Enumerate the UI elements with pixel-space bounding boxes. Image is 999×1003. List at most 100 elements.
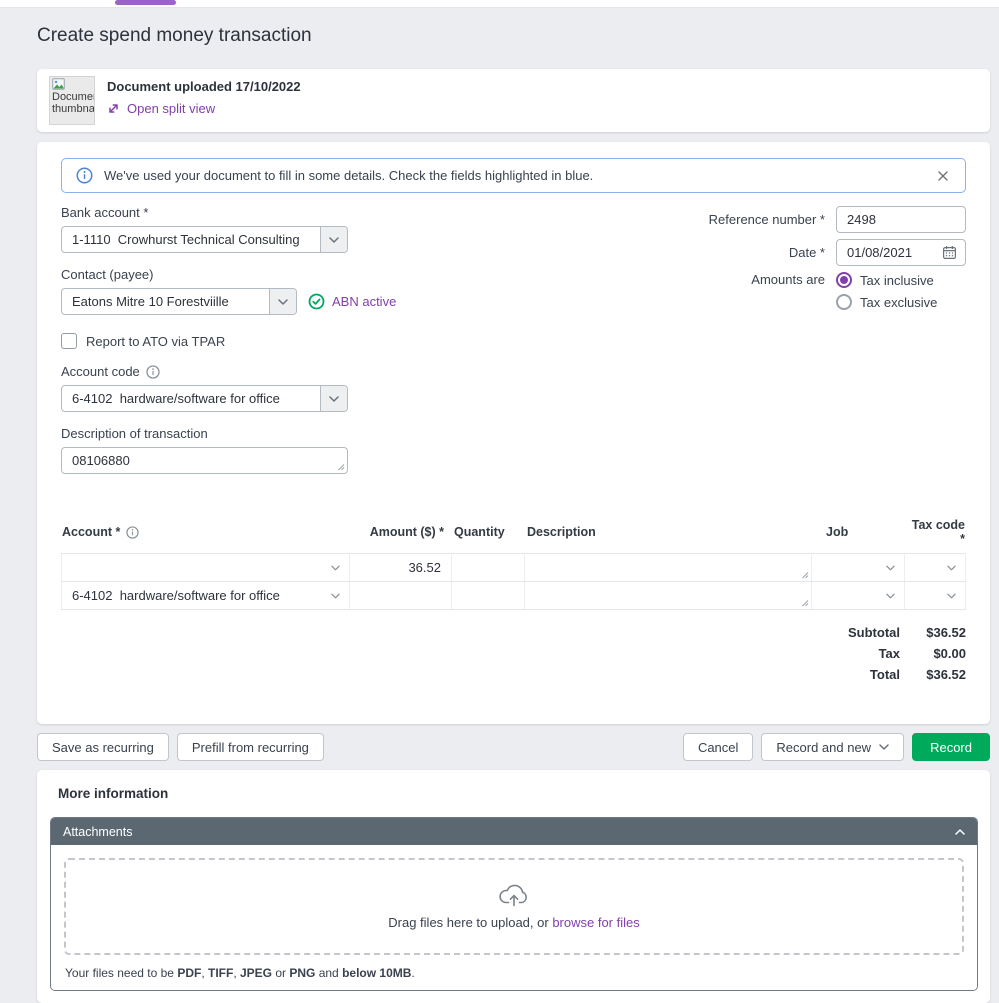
browse-for-files-link[interactable]: browse for files: [552, 915, 639, 930]
req-text: or: [272, 966, 289, 980]
total-row: Total $36.52: [870, 668, 966, 681]
req-tiff: TIFF: [208, 966, 233, 980]
description-column-header: Description: [525, 525, 812, 539]
record-button[interactable]: Record: [912, 733, 990, 761]
open-split-view-label: Open split view: [127, 101, 215, 116]
chevron-down-icon[interactable]: [320, 386, 347, 411]
record-and-new-label: Record and new: [776, 740, 871, 755]
account-cell-value: 6-4102 hardware/software for office: [72, 588, 280, 603]
chevron-down-icon[interactable]: [269, 289, 296, 314]
actions-bar: Save as recurring Prefill from recurring…: [37, 733, 990, 761]
chevron-down-icon[interactable]: [331, 593, 340, 599]
file-requirements: Your files need to be PDF, TIFF, JPEG or…: [64, 966, 964, 980]
attachments-panel: Attachments Drag files here to upload, o…: [50, 817, 978, 991]
info-icon: [76, 167, 93, 184]
calendar-icon: [942, 245, 957, 260]
tax-label: Tax: [879, 647, 900, 660]
amounts-are-radio-group: Tax inclusive Tax exclusive: [836, 272, 966, 310]
bank-account-label: Bank account *: [61, 206, 561, 220]
tax-code-cell[interactable]: [905, 582, 966, 609]
radio-unselected-icon[interactable]: [836, 294, 852, 310]
job-cell[interactable]: [812, 554, 905, 581]
drag-text: Drag files here to upload, or: [388, 915, 552, 930]
date-row: Date *: [606, 239, 966, 266]
chevron-down-icon[interactable]: [886, 565, 895, 571]
broken-image-icon: [52, 78, 65, 90]
req-png: PNG: [289, 966, 315, 980]
chevron-down-icon: [879, 744, 889, 750]
amount-cell[interactable]: [350, 582, 452, 609]
description-cell[interactable]: [525, 582, 812, 609]
account-code-select[interactable]: 6-4102 hardware/software for office: [61, 385, 348, 412]
resize-handle-icon[interactable]: [758, 571, 809, 579]
calendar-button[interactable]: [942, 245, 957, 260]
contact-value: Eatons Mitre 10 Forestviille: [62, 289, 269, 314]
tpar-checkbox-row[interactable]: Report to ATO via TPAR: [61, 333, 561, 349]
total-value: $36.52: [914, 668, 966, 681]
quantity-cell[interactable]: [452, 554, 525, 581]
req-text: Your files need to be: [65, 966, 177, 980]
banner-close-button[interactable]: [935, 168, 951, 184]
tax-exclusive-option[interactable]: Tax exclusive: [836, 294, 966, 310]
tax-exclusive-label: Tax exclusive: [860, 295, 937, 310]
quantity-cell[interactable]: [452, 582, 525, 609]
reference-number-input[interactable]: [836, 206, 966, 233]
resize-handle-icon[interactable]: [758, 599, 809, 607]
chevron-down-icon[interactable]: [886, 593, 895, 599]
description-textarea[interactable]: 08106880: [61, 447, 348, 474]
description-cell[interactable]: [525, 554, 812, 581]
page-title: Create spend money transaction: [37, 25, 999, 47]
account-cell[interactable]: 6-4102 hardware/software for office: [61, 582, 350, 609]
tpar-checkbox[interactable]: [61, 333, 77, 349]
resize-handle-icon[interactable]: [294, 463, 345, 471]
open-split-view-link[interactable]: Open split view: [107, 101, 215, 116]
document-thumbnail[interactable]: Document thumbnail: [49, 76, 95, 125]
abn-status-link[interactable]: ABN active: [308, 293, 396, 310]
req-text: ,: [201, 966, 208, 980]
banner-message: We've used your document to fill in some…: [104, 168, 593, 183]
file-dropzone[interactable]: Drag files here to upload, or browse for…: [64, 858, 964, 955]
chevron-down-icon[interactable]: [947, 565, 956, 571]
tax-inclusive-label: Tax inclusive: [860, 273, 934, 288]
contact-select[interactable]: Eatons Mitre 10 Forestviille: [61, 288, 297, 315]
account-cell[interactable]: [61, 554, 350, 581]
tax-value: $0.00: [914, 647, 966, 660]
chevron-down-icon[interactable]: [320, 227, 347, 252]
tax-code-cell[interactable]: [905, 554, 966, 581]
amounts-are-row: Amounts are Tax inclusive Tax exclusive: [606, 272, 966, 310]
cancel-button[interactable]: Cancel: [683, 733, 753, 761]
job-column-header: Job: [812, 525, 905, 539]
description-value: 08106880: [72, 453, 130, 468]
prefill-from-recurring-button[interactable]: Prefill from recurring: [177, 733, 324, 761]
job-cell[interactable]: [812, 582, 905, 609]
info-circle-icon[interactable]: [146, 365, 160, 379]
table-row: 36.52: [61, 554, 966, 582]
document-info: Document uploaded 17/10/2022 Open split …: [107, 76, 301, 118]
info-circle-icon[interactable]: [126, 526, 139, 539]
thumbnail-alt-text: Document thumbnail: [52, 91, 95, 115]
dropzone-text: Drag files here to upload, or browse for…: [388, 915, 639, 930]
account-code-value: 6-4102 hardware/software for office: [62, 386, 320, 411]
contact-label: Contact (payee): [61, 268, 561, 282]
bank-account-value: 1-1110 Crowhurst Technical Consulting: [62, 227, 320, 252]
tax-inclusive-option[interactable]: Tax inclusive: [836, 272, 966, 288]
date-input[interactable]: [847, 245, 942, 260]
amount-cell-value: 36.52: [408, 560, 441, 575]
chevron-down-icon[interactable]: [947, 593, 956, 599]
more-information-title: More information: [58, 786, 978, 801]
req-text: and: [315, 966, 342, 980]
transaction-form-card: We've used your document to fill in some…: [37, 142, 990, 724]
save-as-recurring-button[interactable]: Save as recurring: [37, 733, 169, 761]
amount-column-header: Amount ($) *: [350, 525, 452, 539]
attachments-header[interactable]: Attachments: [51, 818, 977, 845]
chevron-up-icon[interactable]: [955, 829, 965, 835]
record-and-new-button[interactable]: Record and new: [761, 733, 904, 761]
more-information-card: More information Attachments Drag files …: [37, 770, 990, 1003]
subtotal-value: $36.52: [914, 626, 966, 639]
bank-account-select[interactable]: 1-1110 Crowhurst Technical Consulting: [61, 226, 348, 253]
table-header-row: Account * Amount ($) * Quantity Descript…: [61, 518, 966, 553]
form-left-column: Bank account * 1-1110 Crowhurst Technica…: [61, 206, 561, 489]
amount-cell[interactable]: 36.52: [350, 554, 452, 581]
chevron-down-icon[interactable]: [331, 565, 340, 571]
radio-selected-icon[interactable]: [836, 272, 852, 288]
